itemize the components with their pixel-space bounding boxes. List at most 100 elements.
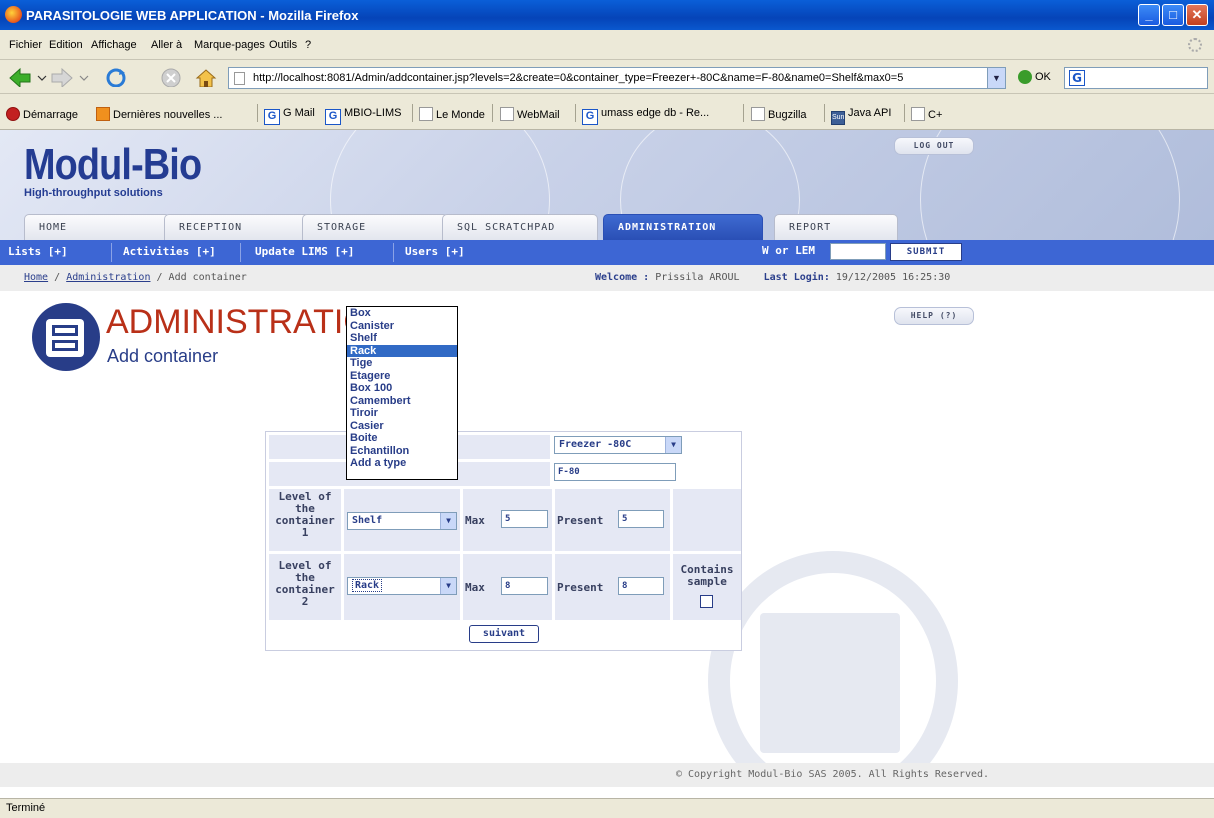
bookmark-separator (257, 104, 258, 122)
subnav-users[interactable]: Users [+] (405, 245, 465, 258)
bookmark-nouvelles[interactable]: Dernières nouvelles ... (96, 107, 222, 121)
last-login-label: Last Login: (763, 272, 830, 283)
dropdown-option-selected[interactable]: Rack (347, 344, 457, 357)
subnav-activities[interactable]: Activities [+] (123, 245, 216, 258)
dropdown-option[interactable]: Boite (347, 432, 457, 445)
subnav-separator (393, 243, 394, 262)
level2-dropdown-list[interactable]: Box Canister Shelf Rack Tige Etagere Box… (346, 306, 458, 480)
container-watermark-icon (708, 551, 958, 763)
dropdown-option[interactable]: Canister (347, 320, 457, 333)
tab-administration[interactable]: ADMINISTRATION (603, 214, 763, 240)
breadcrumb-bar: Home / Administration / Add container We… (0, 265, 1214, 291)
level2-value: Rack (352, 579, 383, 592)
bookmark-separator (492, 104, 493, 122)
page-bottom-space (0, 787, 1214, 798)
bookmark-demarrage[interactable]: Démarrage (6, 107, 78, 121)
bookmark-separator (743, 104, 744, 122)
google-icon: G (264, 109, 280, 125)
subnav-lists[interactable]: Lists [+] (8, 245, 68, 258)
dropdown-option[interactable]: Casier (347, 420, 457, 433)
tab-home[interactable]: HOME (24, 214, 170, 240)
menu-edition[interactable]: Edition (49, 39, 83, 51)
dropdown-option[interactable]: Box (347, 307, 457, 320)
tab-reception[interactable]: RECEPTION (164, 214, 310, 240)
chevron-down-icon: ▼ (665, 437, 681, 453)
sun-icon: Sun (831, 111, 845, 125)
max2-input[interactable]: 8 (501, 577, 548, 595)
menu-fichier[interactable]: Fichier (9, 39, 42, 51)
present1-label: Present (557, 514, 604, 527)
help-button[interactable]: HELP (?) (894, 307, 974, 325)
w-or-lem-input[interactable] (830, 243, 886, 260)
bookmarks-toolbar: Démarrage Dernières nouvelles ... GG Mai… (0, 94, 1214, 130)
maximize-button[interactable]: □ (1162, 4, 1184, 26)
bookmark-bugzilla[interactable]: Bugzilla (751, 107, 807, 121)
go-button[interactable]: OK (1018, 70, 1051, 84)
tab-storage[interactable]: STORAGE (302, 214, 448, 240)
reload-icon[interactable] (104, 67, 128, 87)
welcome-label: Welcome : (595, 272, 650, 283)
bookmark-le-monde[interactable]: Le Monde (419, 107, 485, 121)
menu-help[interactable]: ? (305, 39, 311, 51)
page-subtitle: Add container (107, 346, 219, 366)
container-type-select[interactable]: Freezer -80C ▼ (554, 436, 682, 454)
dropdown-option[interactable]: Camembert (347, 395, 457, 408)
breadcrumb: Home / Administration / Add container (24, 272, 247, 283)
level2-select[interactable]: Rack ▼ (347, 577, 457, 595)
dropdown-option[interactable]: Add a type (347, 457, 457, 470)
menu-marque-pages[interactable]: Marque-pages (194, 39, 265, 51)
dropdown-option[interactable]: Echantillon (347, 445, 457, 458)
app-header: Modul-Bio High-throughput solutions LOG … (0, 130, 1214, 240)
tab-report[interactable]: REPORT (774, 214, 898, 240)
tab-sql-scratchpad[interactable]: SQL SCRATCHPAD (442, 214, 598, 240)
submit-button[interactable]: SUBMIT (890, 243, 962, 261)
stop-icon[interactable] (160, 67, 182, 87)
menu-outils[interactable]: Outils (269, 39, 297, 51)
dropdown-option[interactable]: Tige (347, 357, 457, 370)
dropdown-option[interactable]: Box 100 (347, 382, 457, 395)
google-icon: G (1069, 70, 1085, 86)
bookmark-webmail[interactable]: WebMail (500, 107, 560, 121)
menu-aller[interactable]: Aller à (151, 39, 182, 51)
level1-select[interactable]: Shelf ▼ (347, 512, 457, 530)
present1-input[interactable]: 5 (618, 510, 664, 528)
home-icon[interactable] (194, 67, 218, 87)
app-tagline: High-throughput solutions (24, 187, 163, 199)
copyright-text: © Copyright Modul-Bio SAS 2005. All Righ… (676, 769, 990, 780)
back-button[interactable] (8, 67, 50, 87)
chevron-down-icon: ▼ (440, 513, 456, 529)
dropdown-option[interactable]: Shelf (347, 332, 457, 345)
container-name-input[interactable]: F-80 (554, 463, 676, 481)
start-icon (6, 107, 20, 121)
last-login-value: 19/12/2005 16:25:30 (835, 272, 951, 283)
breadcrumb-administration[interactable]: Administration (66, 272, 150, 283)
welcome-user: Prissila AROUL (655, 272, 740, 283)
close-button[interactable]: ✕ (1186, 4, 1208, 26)
breadcrumb-home[interactable]: Home (24, 272, 48, 283)
forward-button[interactable] (50, 67, 92, 87)
rss-icon (96, 107, 110, 121)
max1-input[interactable]: 5 (501, 510, 548, 528)
minimize-button[interactable]: _ (1138, 4, 1160, 26)
url-bar[interactable]: http://localhost:8081/Admin/addcontainer… (228, 67, 1006, 89)
logout-button[interactable]: LOG OUT (894, 137, 974, 155)
cabinet-icon (32, 303, 100, 371)
search-input[interactable]: G (1064, 67, 1208, 89)
max2-label: Max (465, 581, 485, 594)
bookmark-c-plus[interactable]: C+ (911, 107, 942, 121)
next-button[interactable]: suivant (469, 625, 539, 643)
dropdown-option[interactable]: Tiroir (347, 407, 457, 420)
status-text: Terminé (6, 802, 46, 814)
dropdown-option[interactable]: Etagere (347, 370, 457, 383)
bookmark-java-api[interactable]: Sun Java API (831, 107, 891, 125)
contains-sample-checkbox[interactable] (700, 595, 713, 608)
bookmark-umass[interactable]: Gumass edge db - Re... (582, 107, 709, 125)
page-icon (419, 107, 433, 121)
bookmark-gmail[interactable]: GG Mail (264, 107, 315, 125)
bookmark-mbio-lims[interactable]: G MBIO-LIMS (325, 107, 401, 125)
subnav-update-lims[interactable]: Update LIMS [+] (255, 245, 354, 258)
page-icon (500, 107, 514, 121)
menu-affichage[interactable]: Affichage (91, 39, 137, 51)
present2-input[interactable]: 8 (618, 577, 664, 595)
url-dropdown-icon[interactable]: ▼ (987, 68, 1005, 88)
